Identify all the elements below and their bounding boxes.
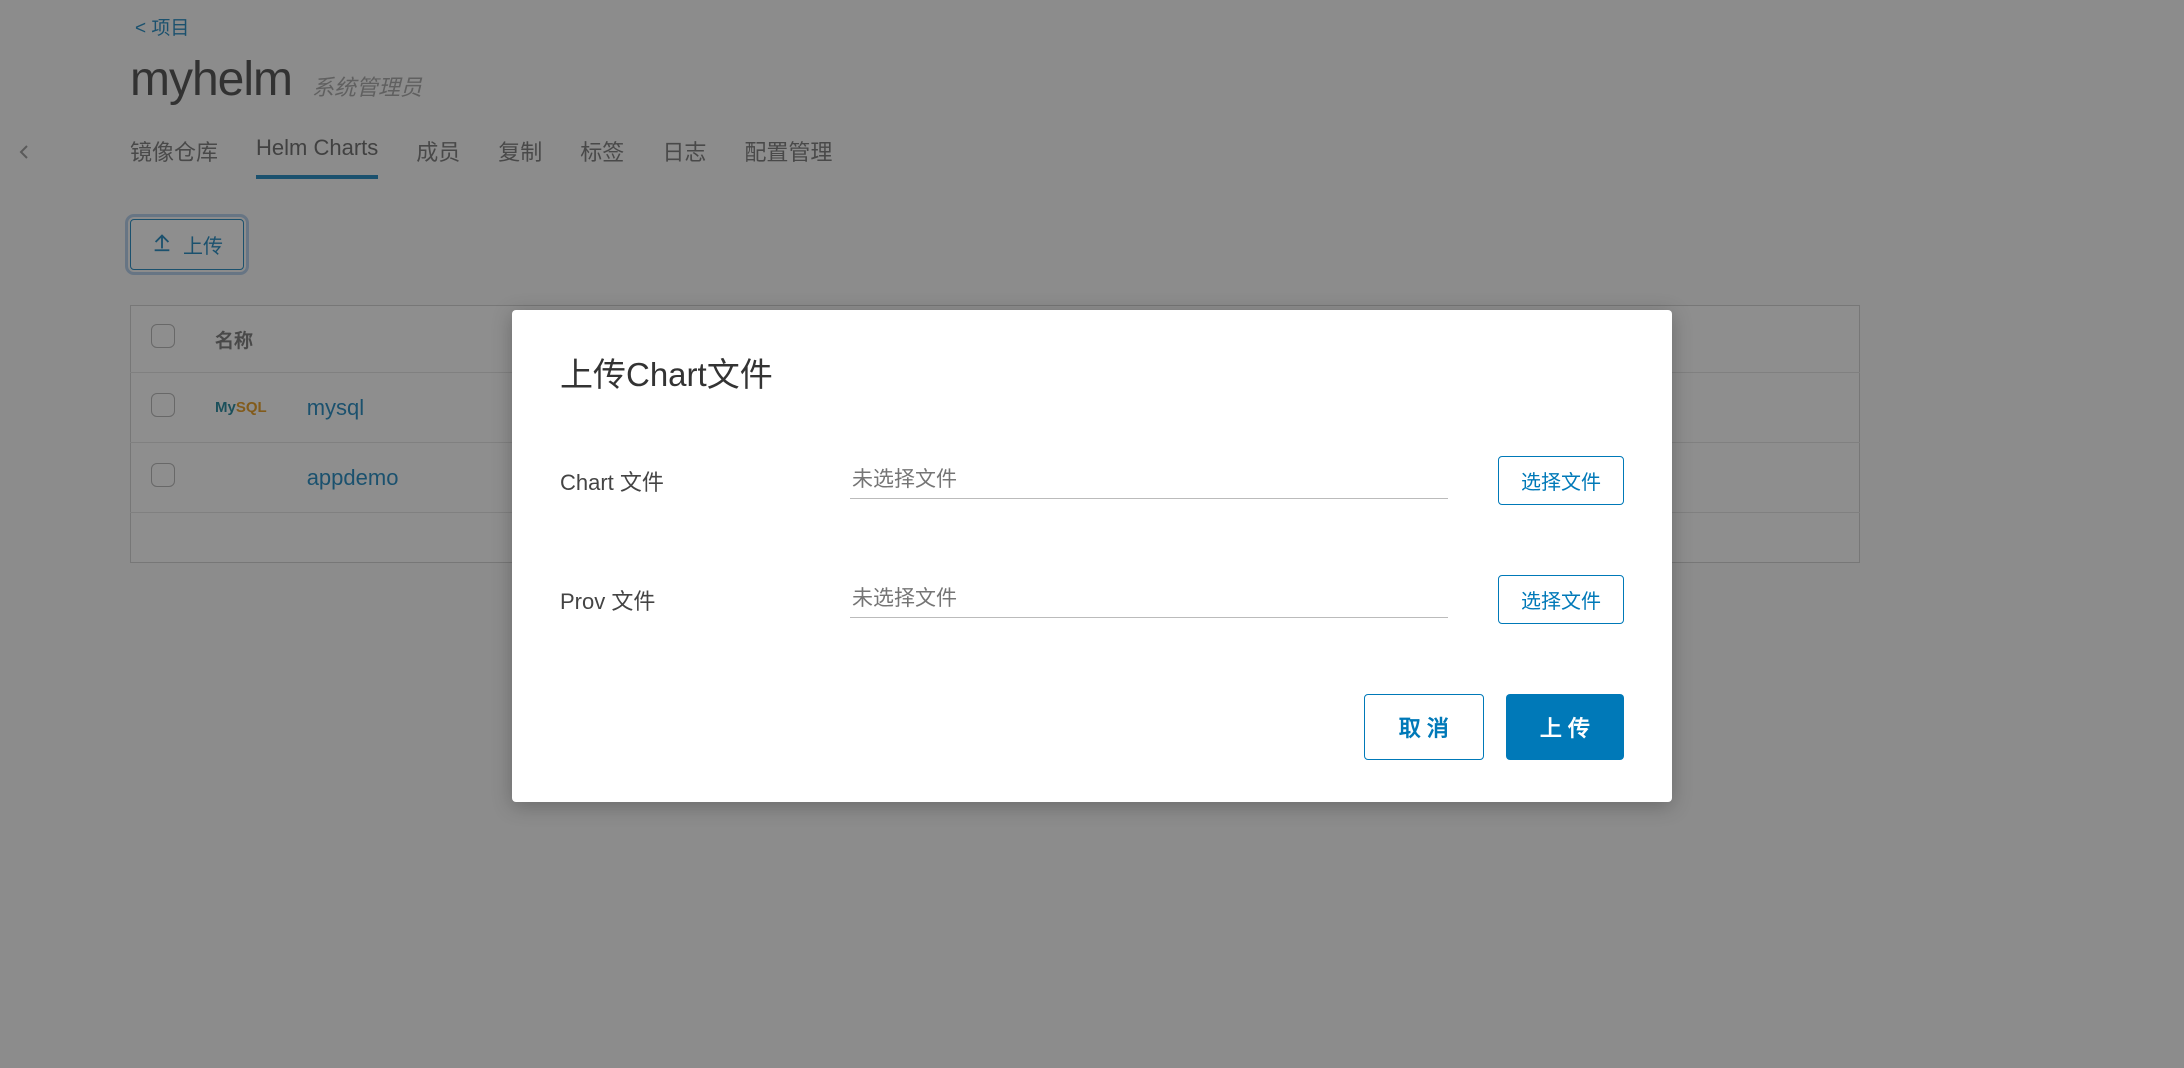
- confirm-upload-button[interactable]: 上 传: [1506, 694, 1624, 760]
- prov-file-label: Prov 文件: [560, 584, 850, 616]
- upload-chart-modal: 上传Chart文件 Chart 文件 选择文件 Prov 文件 选择文件 取 消…: [512, 310, 1672, 802]
- select-chart-file-button[interactable]: 选择文件: [1498, 456, 1624, 505]
- chart-file-label: Chart 文件: [560, 465, 850, 497]
- modal-overlay: 上传Chart文件 Chart 文件 选择文件 Prov 文件 选择文件 取 消…: [0, 0, 2184, 1068]
- prov-file-input[interactable]: [850, 581, 1448, 618]
- select-prov-file-button[interactable]: 选择文件: [1498, 575, 1624, 624]
- chart-file-input[interactable]: [850, 462, 1448, 499]
- modal-title: 上传Chart文件: [560, 348, 1624, 396]
- cancel-button[interactable]: 取 消: [1364, 694, 1484, 760]
